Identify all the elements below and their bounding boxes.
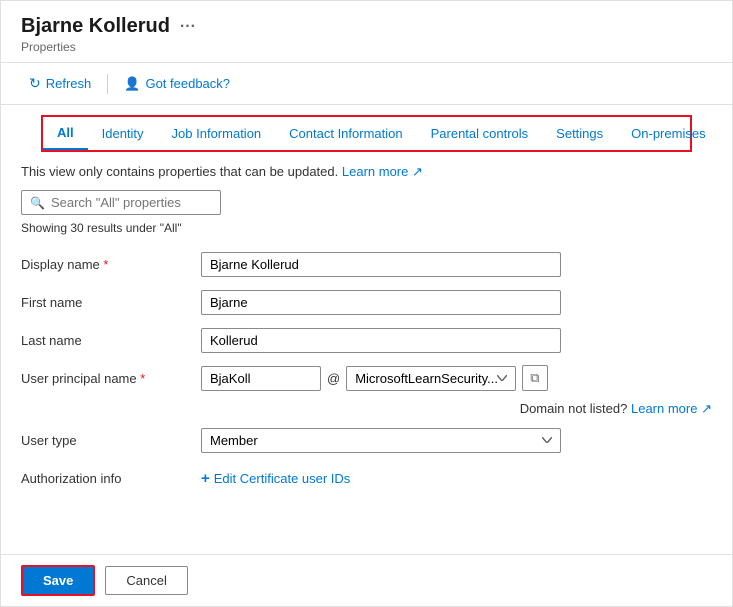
header-title-row: Bjarne Kollerud ··· — [21, 15, 712, 38]
tab-all[interactable]: All — [43, 117, 88, 150]
upn-prefix-input[interactable] — [201, 366, 321, 391]
form-table: Display name * First name Last name User… — [21, 249, 712, 493]
upn-container: @ MicrosoftLearnSecurity... ⧉ — [201, 365, 581, 391]
domain-select[interactable]: MicrosoftLearnSecurity... — [346, 366, 516, 391]
tab-settings[interactable]: Settings — [542, 118, 617, 149]
user-type-label: User type — [21, 433, 201, 448]
results-count: Showing 30 results under "All" — [21, 221, 712, 235]
page-title: Bjarne Kollerud — [21, 15, 170, 38]
refresh-icon — [29, 75, 41, 92]
content-area: This view only contains properties that … — [1, 152, 732, 554]
last-name-input[interactable] — [201, 328, 561, 353]
user-type-select[interactable]: Member Guest — [201, 428, 561, 453]
ellipsis-menu[interactable]: ··· — [180, 18, 196, 36]
search-input[interactable] — [51, 195, 212, 210]
add-certificate-button[interactable]: Edit Certificate user IDs — [201, 470, 350, 487]
tab-contact-information[interactable]: Contact Information — [275, 118, 416, 149]
upn-required: * — [140, 371, 145, 386]
feedback-label: Got feedback? — [145, 76, 230, 91]
last-name-label: Last name — [21, 333, 201, 348]
copy-upn-button[interactable]: ⧉ — [522, 365, 547, 391]
tabs: All Identity Job Information Contact Inf… — [43, 117, 690, 150]
refresh-label: Refresh — [46, 76, 92, 91]
page-subtitle: Properties — [21, 40, 712, 54]
page-container: Bjarne Kollerud ··· Properties Refresh G… — [0, 0, 733, 607]
toolbar-separator — [107, 74, 108, 94]
display-name-row: Display name * — [21, 249, 712, 279]
refresh-button[interactable]: Refresh — [21, 71, 99, 96]
toolbar: Refresh Got feedback? — [1, 63, 732, 105]
external-link-icon: ↗ — [412, 164, 423, 179]
at-sign: @ — [327, 371, 340, 386]
domain-not-listed-row: Domain not listed? Learn more ↗ — [201, 401, 712, 417]
learn-more-link[interactable]: Learn more ↗ — [342, 164, 423, 179]
domain-learn-more-link[interactable]: Learn more ↗ — [631, 401, 712, 416]
search-box[interactable] — [21, 190, 221, 215]
tab-parental-controls[interactable]: Parental controls — [417, 118, 543, 149]
footer: Save Cancel — [1, 554, 732, 606]
feedback-button[interactable]: Got feedback? — [116, 72, 238, 96]
tab-job-information[interactable]: Job Information — [158, 118, 276, 149]
add-cert-label: Edit Certificate user IDs — [214, 471, 351, 486]
tabs-wrapper: All Identity Job Information Contact Inf… — [1, 105, 732, 152]
search-icon — [30, 195, 45, 210]
tabs-container: All Identity Job Information Contact Inf… — [41, 115, 692, 152]
tab-identity[interactable]: Identity — [88, 118, 158, 149]
display-name-input[interactable] — [201, 252, 561, 277]
header: Bjarne Kollerud ··· Properties — [1, 1, 732, 63]
display-name-required: * — [103, 257, 108, 272]
auth-info-row: Authorization info Edit Certificate user… — [21, 463, 712, 493]
user-type-row: User type Member Guest — [21, 425, 712, 455]
plus-icon — [201, 470, 210, 487]
first-name-input[interactable] — [201, 290, 561, 315]
info-text: This view only contains properties that … — [21, 164, 712, 180]
last-name-row: Last name — [21, 325, 712, 355]
display-name-label: Display name * — [21, 257, 201, 272]
save-button[interactable]: Save — [21, 565, 95, 596]
user-type-select-container: Member Guest — [201, 428, 561, 453]
first-name-row: First name — [21, 287, 712, 317]
feedback-icon — [124, 76, 140, 92]
upn-label: User principal name * — [21, 371, 201, 386]
cancel-button[interactable]: Cancel — [105, 566, 187, 595]
copy-icon: ⧉ — [530, 370, 539, 385]
first-name-label: First name — [21, 295, 201, 310]
upn-row: User principal name * @ MicrosoftLearnSe… — [21, 363, 712, 393]
auth-info-label: Authorization info — [21, 471, 201, 486]
tab-on-premises[interactable]: On-premises — [617, 118, 719, 149]
external-link-icon-2: ↗ — [701, 401, 712, 416]
